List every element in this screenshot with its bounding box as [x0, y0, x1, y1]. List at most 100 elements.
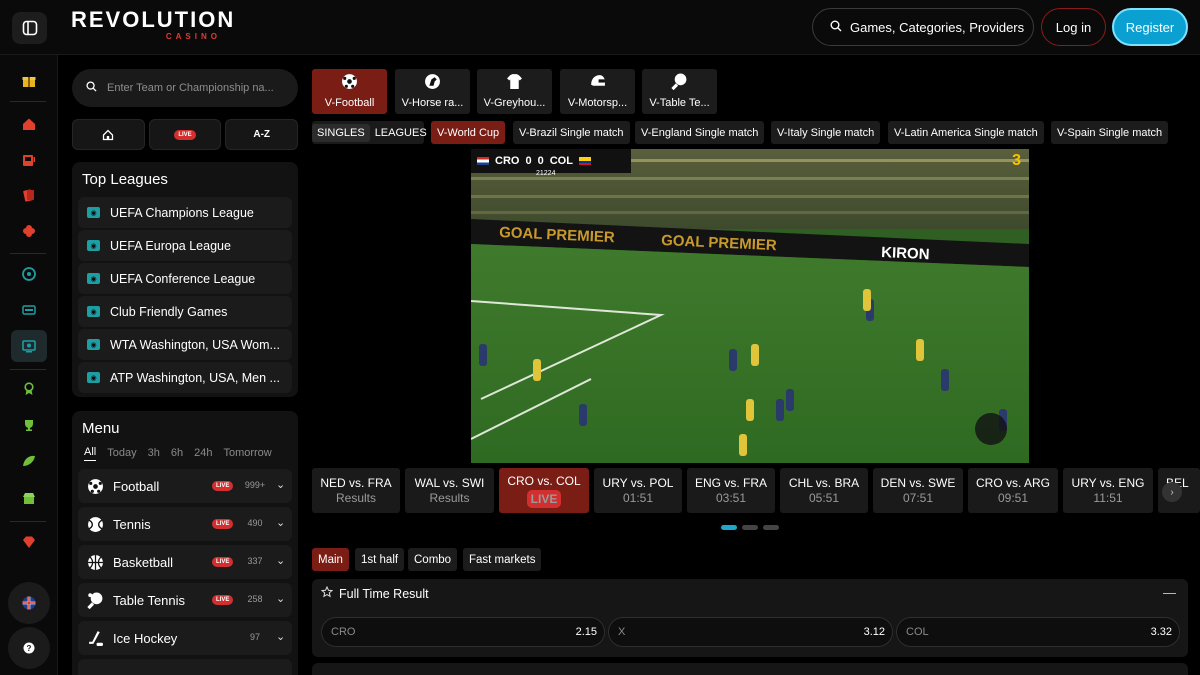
chip-italy[interactable]: V-Italy Single match — [771, 121, 881, 144]
sport-label: Ice Hockey — [113, 630, 178, 646]
odd-label: COL — [906, 626, 929, 638]
sidebar-toggle-button[interactable] — [12, 12, 47, 44]
virtual-sports-icon[interactable] — [16, 333, 42, 359]
next-market-panel[interactable] — [312, 663, 1188, 675]
live-badge: LIVE — [212, 595, 234, 605]
trophy-icon[interactable] — [16, 412, 42, 438]
match-tile[interactable]: DEN vs. SWE 07:51 — [873, 468, 963, 513]
category-label: V-Horse ra... — [401, 97, 464, 109]
category-v-football[interactable]: V-Football — [312, 69, 387, 114]
game-search-button[interactable]: Games, Categories, Providers — [812, 8, 1034, 46]
sports-ball-icon[interactable] — [16, 261, 42, 287]
leaf-icon[interactable] — [16, 448, 42, 474]
star-icon[interactable] — [320, 585, 334, 601]
match-tile[interactable]: NED vs. FRA Results — [312, 468, 400, 513]
match-tile-active[interactable]: CRO vs. COL LIVE — [499, 468, 589, 513]
filter-tomorrow[interactable]: Tomorrow — [223, 447, 271, 459]
carousel-dot[interactable] — [721, 525, 737, 530]
chevron-down-icon[interactable]: ⌄ — [276, 478, 285, 491]
league-label: UEFA Conference League — [110, 271, 256, 286]
category-v-motorsport[interactable]: V-Motorsp... — [560, 69, 635, 114]
odd-button-home[interactable]: CRO 2.15 — [321, 617, 605, 647]
quick-live-button[interactable]: LIVE — [148, 119, 222, 150]
category-v-horse-racing[interactable]: V-Horse ra... — [395, 69, 470, 114]
horse-icon — [424, 73, 441, 95]
market-tab-combo[interactable]: Combo — [408, 548, 458, 571]
filter-6h[interactable]: 6h — [171, 447, 183, 459]
chip-spain[interactable]: V-Spain Single match — [1051, 121, 1169, 144]
gift-icon[interactable] — [16, 68, 42, 94]
market-tab-main[interactable]: Main — [312, 548, 349, 571]
league-item[interactable]: ◉ UEFA Conference League — [78, 263, 292, 294]
toggle-singles[interactable]: SINGLES — [312, 123, 370, 142]
language-button[interactable] — [8, 582, 50, 624]
clover-icon[interactable] — [16, 218, 42, 244]
chevron-down-icon[interactable]: ⌄ — [276, 516, 285, 529]
chevron-down-icon[interactable]: ⌄ — [276, 630, 285, 643]
sport-item-tennis[interactable]: Tennis LIVE 490 ⌄ — [78, 507, 292, 541]
match-tile[interactable]: URY vs. ENG 11:51 — [1063, 468, 1153, 513]
quick-home-button[interactable] — [72, 119, 145, 150]
football-icon — [341, 73, 358, 95]
sport-item-basketball[interactable]: Basketball LIVE 337 ⌄ — [78, 545, 292, 579]
esports-icon[interactable] — [16, 297, 42, 323]
filter-24h[interactable]: 24h — [194, 447, 212, 459]
odd-button-draw[interactable]: X 3.12 — [608, 617, 893, 647]
sport-label: Basketball — [113, 554, 173, 570]
match-tile[interactable]: ENG vs. FRA 03:51 — [687, 468, 775, 513]
chip-brazil[interactable]: V-Brazil Single match — [513, 121, 630, 144]
odd-button-away[interactable]: COL 3.32 — [896, 617, 1180, 647]
market-tab-fast-markets[interactable]: Fast markets — [463, 548, 542, 571]
chevron-down-icon[interactable]: ⌄ — [276, 554, 285, 567]
match-tile[interactable]: WAL vs. SWI Results — [405, 468, 494, 513]
cards-icon[interactable] — [16, 182, 42, 208]
league-item[interactable]: ◉ UEFA Champions League — [78, 197, 292, 228]
chevron-right-icon[interactable]: › — [1162, 482, 1182, 502]
market-header[interactable]: Full Time Result — [320, 585, 429, 601]
help-button[interactable]: ? — [8, 627, 50, 669]
chip-england[interactable]: V-England Single match — [635, 121, 765, 144]
register-button[interactable]: Register — [1112, 8, 1188, 46]
live-badge: LIVE — [212, 481, 234, 491]
filter-all[interactable]: All — [84, 446, 97, 461]
league-item[interactable]: ◉ Club Friendly Games — [78, 296, 292, 327]
sport-item-partial[interactable] — [78, 659, 292, 675]
collapse-icon[interactable]: — — [1163, 585, 1176, 600]
sport-item-football[interactable]: Football LIVE 999+ ⌄ — [78, 469, 292, 503]
logo-main-text: REVOLUTION — [71, 7, 236, 32]
team-search-input[interactable]: Enter Team or Championship na... — [72, 69, 298, 107]
filter-today[interactable]: Today — [107, 447, 136, 459]
sport-count: 97 — [249, 632, 260, 642]
login-button[interactable]: Log in — [1041, 8, 1106, 46]
market-tab-1st-half[interactable]: 1st half — [355, 548, 405, 571]
chip-latin-america[interactable]: V-Latin America Single match — [888, 121, 1044, 144]
store-icon[interactable] — [16, 485, 42, 511]
match-video[interactable]: GOAL PREMIER GOAL PREMIER KIRON CRO 0 0 … — [471, 149, 1029, 463]
league-item[interactable]: ◉ UEFA Europa League — [78, 230, 292, 261]
chevron-down-icon[interactable]: ⌄ — [276, 592, 285, 605]
league-item[interactable]: ◉ ATP Washington, USA, Men ... — [78, 362, 292, 393]
logo[interactable]: REVOLUTION CASINO — [71, 7, 236, 44]
category-v-table-tennis[interactable]: V-Table Te... — [642, 69, 717, 114]
match-tile[interactable]: CHL vs. BRA 05:51 — [780, 468, 868, 513]
slot-machine-icon[interactable] — [16, 147, 42, 173]
sport-label: Football — [113, 478, 160, 494]
menu-title: Menu — [82, 420, 120, 437]
category-v-greyhound[interactable]: V-Greyhou... — [477, 69, 552, 114]
home-icon[interactable] — [16, 111, 42, 137]
toggle-leagues[interactable]: LEAGUES — [370, 127, 432, 139]
filter-3h[interactable]: 3h — [148, 447, 160, 459]
diamond-icon[interactable] — [16, 529, 42, 555]
carousel-dot[interactable] — [742, 525, 758, 530]
ice-hockey-icon — [86, 629, 104, 647]
sport-item-ice-hockey[interactable]: Ice Hockey 97 ⌄ — [78, 621, 292, 655]
award-icon[interactable] — [16, 376, 42, 402]
league-item[interactable]: ◉ WTA Washington, USA Wom... — [78, 329, 292, 360]
colombia-flag-icon — [578, 157, 591, 165]
chip-world-cup[interactable]: V-World Cup — [431, 121, 506, 144]
match-tile[interactable]: CRO vs. ARG 09:51 — [968, 468, 1058, 513]
quick-az-button[interactable]: A-Z — [225, 119, 299, 150]
carousel-dot[interactable] — [763, 525, 779, 530]
sport-item-table-tennis[interactable]: Table Tennis LIVE 258 ⌄ — [78, 583, 292, 617]
match-tile[interactable]: URY vs. POL 01:51 — [594, 468, 682, 513]
